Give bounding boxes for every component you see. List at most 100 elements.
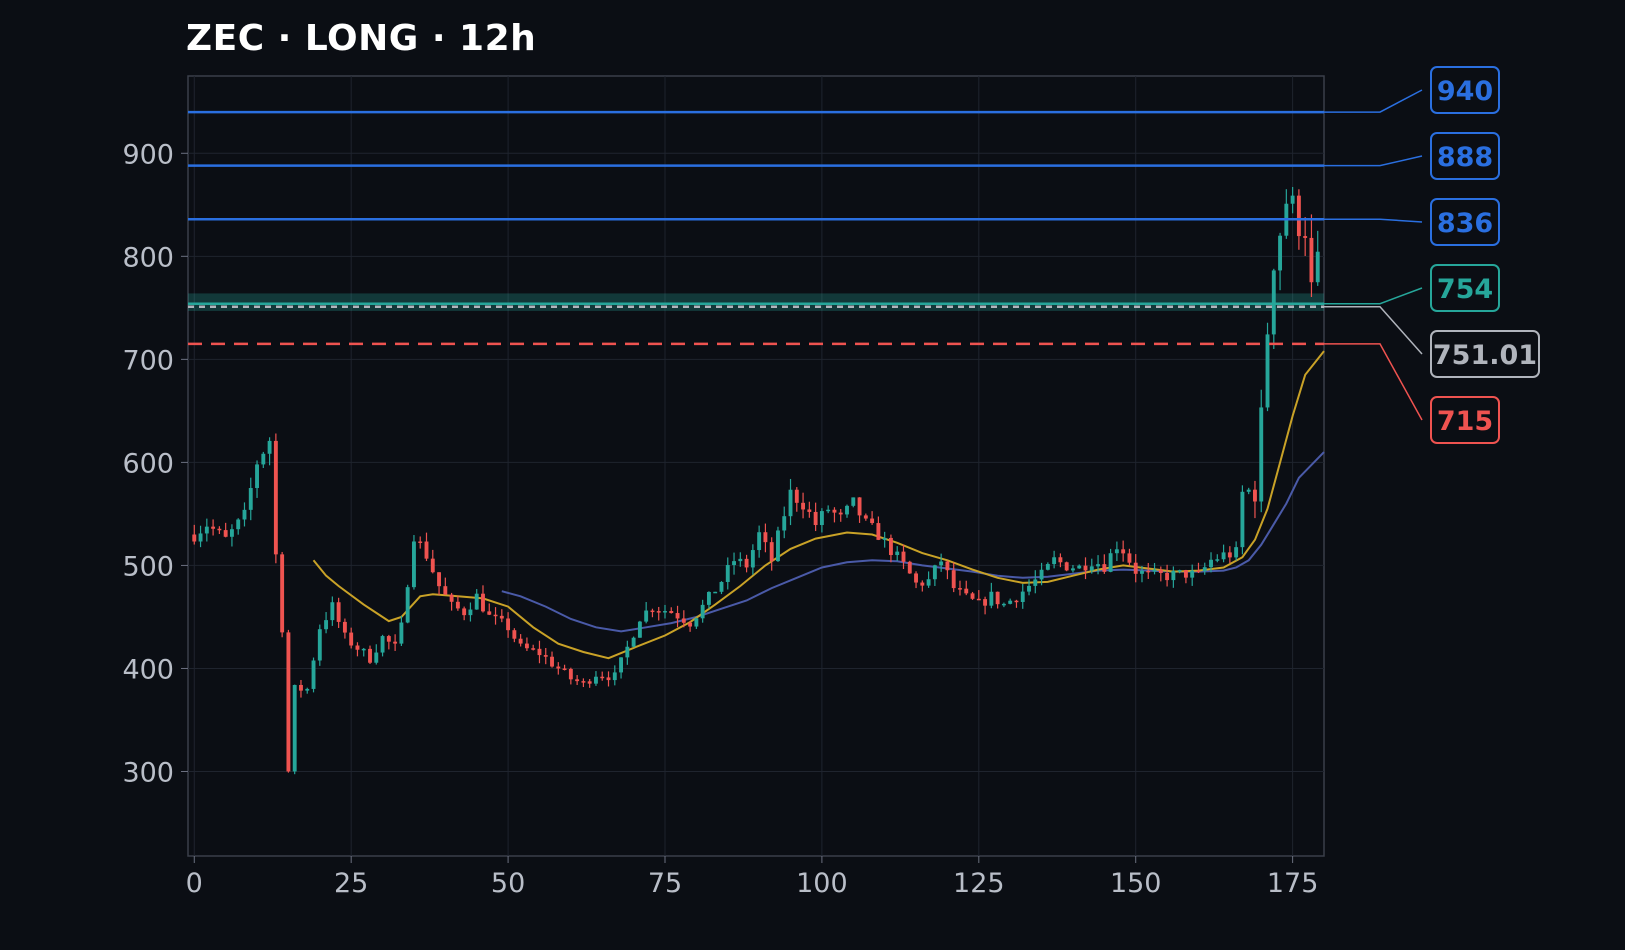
candle-body bbox=[487, 611, 492, 615]
candle-body bbox=[374, 652, 379, 663]
candle-body bbox=[229, 529, 234, 537]
candle-body bbox=[1114, 549, 1119, 554]
candle-body bbox=[512, 630, 517, 639]
y-tick-label: 400 bbox=[122, 654, 174, 685]
candle-body bbox=[1171, 570, 1176, 581]
candle-body bbox=[581, 681, 586, 683]
candle-body bbox=[1102, 564, 1107, 572]
x-tick-label: 150 bbox=[1110, 868, 1162, 899]
candle-body bbox=[556, 666, 561, 669]
candle-body bbox=[462, 608, 467, 616]
candle-body bbox=[1127, 553, 1132, 563]
candle-body bbox=[1033, 579, 1038, 586]
candle-body bbox=[236, 519, 241, 530]
candle-body bbox=[342, 621, 347, 633]
candle-body bbox=[1265, 334, 1270, 408]
candle-body bbox=[1089, 566, 1094, 571]
candle-body bbox=[192, 534, 197, 542]
candle-body bbox=[700, 604, 705, 619]
candle-body bbox=[217, 528, 222, 531]
candle-body bbox=[1096, 564, 1101, 567]
candle-body bbox=[455, 601, 460, 609]
candle-body bbox=[418, 541, 423, 543]
y-tick-label: 500 bbox=[122, 551, 174, 582]
candle-body bbox=[1278, 235, 1283, 271]
candle-body bbox=[1221, 552, 1226, 560]
candle-body bbox=[989, 591, 994, 606]
candle-body bbox=[738, 558, 743, 562]
candle-body bbox=[1215, 559, 1220, 561]
candle-body bbox=[600, 676, 605, 679]
candlestick-chart: 0 25 50 75 100 125 150 175 300 400 500 600 700 800 900… bbox=[122, 66, 1540, 899]
candle-body bbox=[663, 611, 667, 613]
candle-body bbox=[1140, 570, 1144, 574]
candle-body bbox=[550, 656, 554, 667]
candle-body bbox=[932, 565, 937, 580]
candle-body bbox=[1309, 237, 1314, 283]
candle-body bbox=[248, 488, 253, 510]
x-tick-label: 175 bbox=[1267, 868, 1319, 899]
candle-body bbox=[499, 615, 504, 619]
candle-body bbox=[255, 464, 259, 489]
candle-body bbox=[863, 515, 868, 519]
candle-body bbox=[976, 598, 981, 601]
candle-body bbox=[838, 512, 843, 515]
candle-body bbox=[870, 518, 875, 524]
candle-body bbox=[907, 561, 912, 574]
candle-body bbox=[901, 551, 906, 562]
candle-body bbox=[443, 586, 448, 595]
candle-body bbox=[744, 558, 749, 568]
candle-body bbox=[1177, 570, 1182, 572]
candle-body bbox=[1209, 559, 1213, 568]
candle-body bbox=[594, 676, 598, 684]
candle-body bbox=[211, 526, 216, 529]
candle-body bbox=[1077, 565, 1082, 569]
candle-body bbox=[1008, 600, 1013, 604]
level-leader bbox=[1324, 306, 1423, 355]
candle-body bbox=[725, 565, 730, 582]
candle-body bbox=[895, 551, 900, 556]
candle-body bbox=[424, 541, 429, 559]
x-tick-label: 25 bbox=[334, 868, 368, 899]
candle-body bbox=[399, 622, 404, 644]
candle-body bbox=[888, 537, 893, 556]
candle-body bbox=[688, 622, 693, 627]
candle-body bbox=[1196, 570, 1201, 573]
level-label-text: 751.01 bbox=[1433, 340, 1537, 371]
candle-body bbox=[1071, 568, 1075, 571]
candle-body bbox=[669, 611, 674, 614]
plot-area bbox=[187, 75, 1325, 857]
candle-body bbox=[650, 610, 655, 613]
candle-body bbox=[393, 641, 398, 644]
candle-body bbox=[706, 591, 711, 605]
candle-body bbox=[1253, 489, 1257, 502]
level-label-text: 940 bbox=[1437, 76, 1493, 107]
candle-body bbox=[411, 541, 416, 588]
candle-body bbox=[656, 611, 661, 613]
candle-body bbox=[995, 591, 1000, 605]
candle-body bbox=[1202, 567, 1207, 572]
candle-body bbox=[1133, 562, 1138, 574]
x-tick-label: 100 bbox=[796, 868, 848, 899]
candle-body bbox=[349, 632, 354, 646]
level-leader bbox=[1324, 89, 1423, 113]
candle-body bbox=[1165, 572, 1170, 581]
candle-body bbox=[958, 588, 962, 590]
x-tick-label: 50 bbox=[491, 868, 525, 899]
candle-body bbox=[1039, 569, 1044, 580]
candle-body bbox=[1246, 489, 1251, 492]
candle-body bbox=[719, 581, 724, 592]
candle-body bbox=[845, 505, 849, 515]
x-tick-label: 0 bbox=[186, 868, 203, 899]
candle-body bbox=[242, 509, 247, 520]
level-leader bbox=[1324, 343, 1423, 421]
price-label-layer: 940 888 836 754 751.01 715 bbox=[1324, 66, 1540, 444]
candle-body bbox=[506, 618, 511, 631]
candle-body bbox=[562, 668, 567, 670]
candle-body bbox=[493, 614, 498, 617]
candle-body bbox=[983, 599, 988, 606]
candle-body bbox=[1001, 603, 1006, 606]
level-leader bbox=[1324, 155, 1423, 167]
candle-body bbox=[405, 587, 410, 623]
candle-body bbox=[612, 672, 617, 681]
